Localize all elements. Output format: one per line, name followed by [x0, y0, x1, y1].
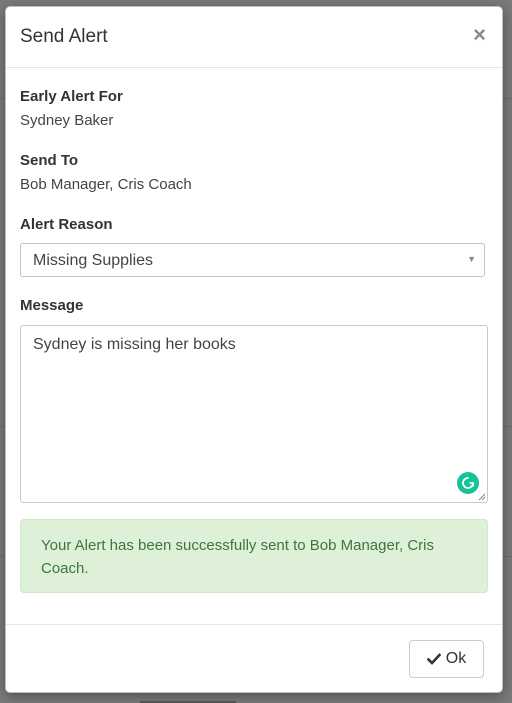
- early-alert-label: Early Alert For: [20, 88, 123, 105]
- dialog-title: Send Alert: [20, 26, 108, 47]
- ok-button-label: Ok: [445, 650, 467, 667]
- message-text: Sydney is missing her books: [33, 336, 236, 353]
- alert-reason-label: Alert Reason: [20, 216, 113, 233]
- grammar-checker-icon[interactable]: [457, 472, 479, 494]
- chevron-down-icon: ▼: [467, 254, 476, 264]
- dialog-header: Send Alert ×: [6, 7, 502, 68]
- alert-reason-selected-value: Missing Supplies: [33, 252, 154, 269]
- success-alert: Your Alert has been successfully sent to…: [20, 519, 488, 593]
- send-to-value: Bob Manager, Cris Coach: [20, 176, 192, 193]
- send-alert-dialog: Send Alert × Early Alert For Sydney Bake…: [5, 6, 503, 693]
- close-button[interactable]: ×: [473, 24, 486, 46]
- dialog-footer: Ok: [6, 624, 502, 692]
- alert-reason-select[interactable]: Missing Supplies ▼: [20, 243, 485, 277]
- message-label: Message: [20, 297, 84, 314]
- ok-button[interactable]: Ok: [409, 640, 484, 678]
- check-icon: [426, 653, 441, 665]
- resize-handle-icon[interactable]: [478, 493, 486, 501]
- message-textarea[interactable]: Sydney is missing her books: [20, 325, 488, 503]
- send-to-label: Send To: [20, 152, 79, 169]
- early-alert-value: Sydney Baker: [20, 112, 114, 129]
